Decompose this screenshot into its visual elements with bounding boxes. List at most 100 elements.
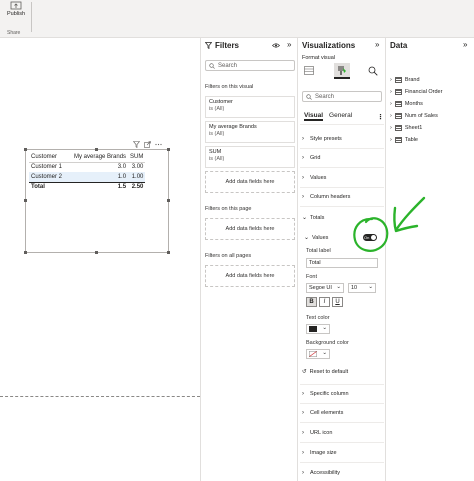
filters-pane: Filters » Search Filters on this visual … xyxy=(200,38,298,481)
text-color-picker[interactable]: ⌄ xyxy=(306,324,330,334)
divider xyxy=(300,422,384,423)
no-color-icon xyxy=(309,351,317,357)
section-style-presets[interactable]: › Style presets xyxy=(302,136,342,142)
more-options-icon[interactable] xyxy=(155,141,162,148)
divider xyxy=(300,462,384,463)
data-pane: Data » › Brand › Financial Order › Months ›… xyxy=(386,38,474,481)
section-image-size[interactable]: › Image size xyxy=(302,450,337,456)
filters-on-all-pages-label: Filters on all pages xyxy=(205,253,252,259)
more-options-icon[interactable]: ⋮ xyxy=(377,113,384,121)
search-placeholder: Search xyxy=(218,62,238,69)
section-url-icon[interactable]: › URL icon xyxy=(302,430,332,436)
filter-card-my-average-brands[interactable]: My average Brands is (All) xyxy=(205,121,295,143)
format-visual-tab[interactable] xyxy=(334,63,350,79)
resize-handle[interactable] xyxy=(167,199,170,202)
collapse-pane-icon[interactable]: » xyxy=(463,40,467,49)
reset-label: Reset to default xyxy=(309,369,349,375)
subsection-values[interactable]: ⌄ Values xyxy=(304,234,328,242)
table-name: Brand xyxy=(404,77,420,83)
column-header[interactable]: Customer xyxy=(29,152,65,163)
filter-card-sum[interactable]: SUM is (All) xyxy=(205,146,295,168)
visualizations-search-input[interactable]: Search xyxy=(302,91,382,102)
add-data-fields-all-pages[interactable]: Add data fields here xyxy=(205,265,295,287)
filter-card-state: is (All) xyxy=(209,131,225,137)
add-data-fields-page[interactable]: Add data fields here xyxy=(205,218,295,240)
focus-mode-icon[interactable] xyxy=(144,140,151,148)
section-values[interactable]: › Values xyxy=(302,175,326,181)
row-label: Customer 1 xyxy=(31,164,63,171)
reset-to-default-button[interactable]: ↺ Reset to default xyxy=(302,369,348,375)
filter-card-name: SUM xyxy=(209,149,222,155)
background-color-picker[interactable]: ⌄ xyxy=(306,349,330,359)
divider xyxy=(300,403,384,404)
tab-visual[interactable]: Visual xyxy=(304,112,324,121)
format-visual-label: Format visual xyxy=(302,55,336,61)
total-cell: 1.5 xyxy=(64,181,129,192)
eye-icon[interactable] xyxy=(272,43,280,48)
color-swatch xyxy=(309,326,317,332)
divider xyxy=(300,148,384,149)
table-name: Num of Sales xyxy=(404,113,438,119)
total-label-input[interactable]: Total xyxy=(306,258,378,268)
ribbon: Publish Share xyxy=(0,0,474,38)
data-table-sheet1[interactable]: › Sheet1 xyxy=(390,125,422,131)
data-table-months[interactable]: › Months xyxy=(390,101,423,107)
section-totals[interactable]: ⌄ Totals xyxy=(302,214,324,222)
chevron-right-icon: › xyxy=(390,101,392,107)
resize-handle[interactable] xyxy=(167,251,170,254)
column-header[interactable]: My average Brands xyxy=(64,152,129,163)
column-header[interactable]: SUM xyxy=(128,152,146,163)
italic-button[interactable]: I xyxy=(319,297,330,307)
table-row[interactable]: Customer 2 1.0 1.00 xyxy=(29,172,146,182)
filters-on-visual-label: Filters on this visual xyxy=(205,84,254,90)
chevron-right-icon: › xyxy=(302,430,304,436)
collapse-pane-icon[interactable]: » xyxy=(287,40,291,49)
resize-handle[interactable] xyxy=(167,148,170,151)
collapse-pane-icon[interactable]: » xyxy=(375,40,379,49)
tab-general[interactable]: General xyxy=(329,112,352,121)
add-data-fields-visual[interactable]: Add data fields here xyxy=(205,171,295,193)
visual-header-icons xyxy=(133,140,162,148)
filters-search-input[interactable]: Search xyxy=(205,60,295,71)
section-cell-elements[interactable]: › Cell elements xyxy=(302,410,343,416)
table-icon xyxy=(394,89,402,95)
resize-handle[interactable] xyxy=(24,199,27,202)
chevron-down-icon: ⌄ xyxy=(368,284,373,290)
data-table-brand[interactable]: › Brand xyxy=(390,77,420,83)
analytics-icon[interactable] xyxy=(368,66,378,76)
totals-values-toggle[interactable]: On xyxy=(363,234,377,241)
font-size-input[interactable]: 10 ⌄ xyxy=(348,283,376,293)
data-table-num-of-sales[interactable]: › Num of Sales xyxy=(390,113,438,119)
chevron-right-icon: › xyxy=(302,470,304,476)
filter-card-customer[interactable]: Customer is (All) xyxy=(205,96,295,118)
resize-handle[interactable] xyxy=(24,148,27,151)
data-table-financial-order[interactable]: › Financial Order xyxy=(390,89,442,95)
section-accessibility[interactable]: › Accessibility xyxy=(302,470,340,476)
filters-on-page-label: Filters on this page xyxy=(205,206,252,212)
resize-handle[interactable] xyxy=(24,251,27,254)
toggle-state: On xyxy=(364,235,370,240)
publish-button[interactable]: Publish xyxy=(4,1,28,23)
font-family-select[interactable]: Segoe UI ⌄ xyxy=(306,283,344,293)
resize-handle[interactable] xyxy=(95,251,98,254)
filter-card-state: is (All) xyxy=(209,106,225,112)
table-row[interactable]: Customer 1 3.0 3.00 xyxy=(29,162,145,172)
table-name: Financial Order xyxy=(404,89,443,95)
section-label: Column headers xyxy=(310,194,351,200)
section-column-headers[interactable]: › Column headers xyxy=(302,194,350,200)
resize-handle[interactable] xyxy=(95,148,98,151)
section-specific-column[interactable]: › Specific column xyxy=(302,391,349,397)
report-canvas[interactable] xyxy=(0,38,200,481)
publish-label: Publish xyxy=(6,11,26,17)
section-grid[interactable]: › Grid xyxy=(302,155,320,161)
visualizations-pane: Visualizations » Format visual Search Vi… xyxy=(298,38,386,481)
build-visual-icon[interactable] xyxy=(304,66,314,75)
divider xyxy=(300,442,384,443)
table-icon xyxy=(394,137,402,143)
data-table-table[interactable]: › Table xyxy=(390,137,418,143)
format-tabs: Visual General xyxy=(304,112,352,121)
font-size-value: 10 xyxy=(351,285,358,291)
bold-button[interactable]: B xyxy=(306,297,317,307)
filter-icon[interactable] xyxy=(133,140,140,148)
underline-button[interactable]: U xyxy=(332,297,343,307)
